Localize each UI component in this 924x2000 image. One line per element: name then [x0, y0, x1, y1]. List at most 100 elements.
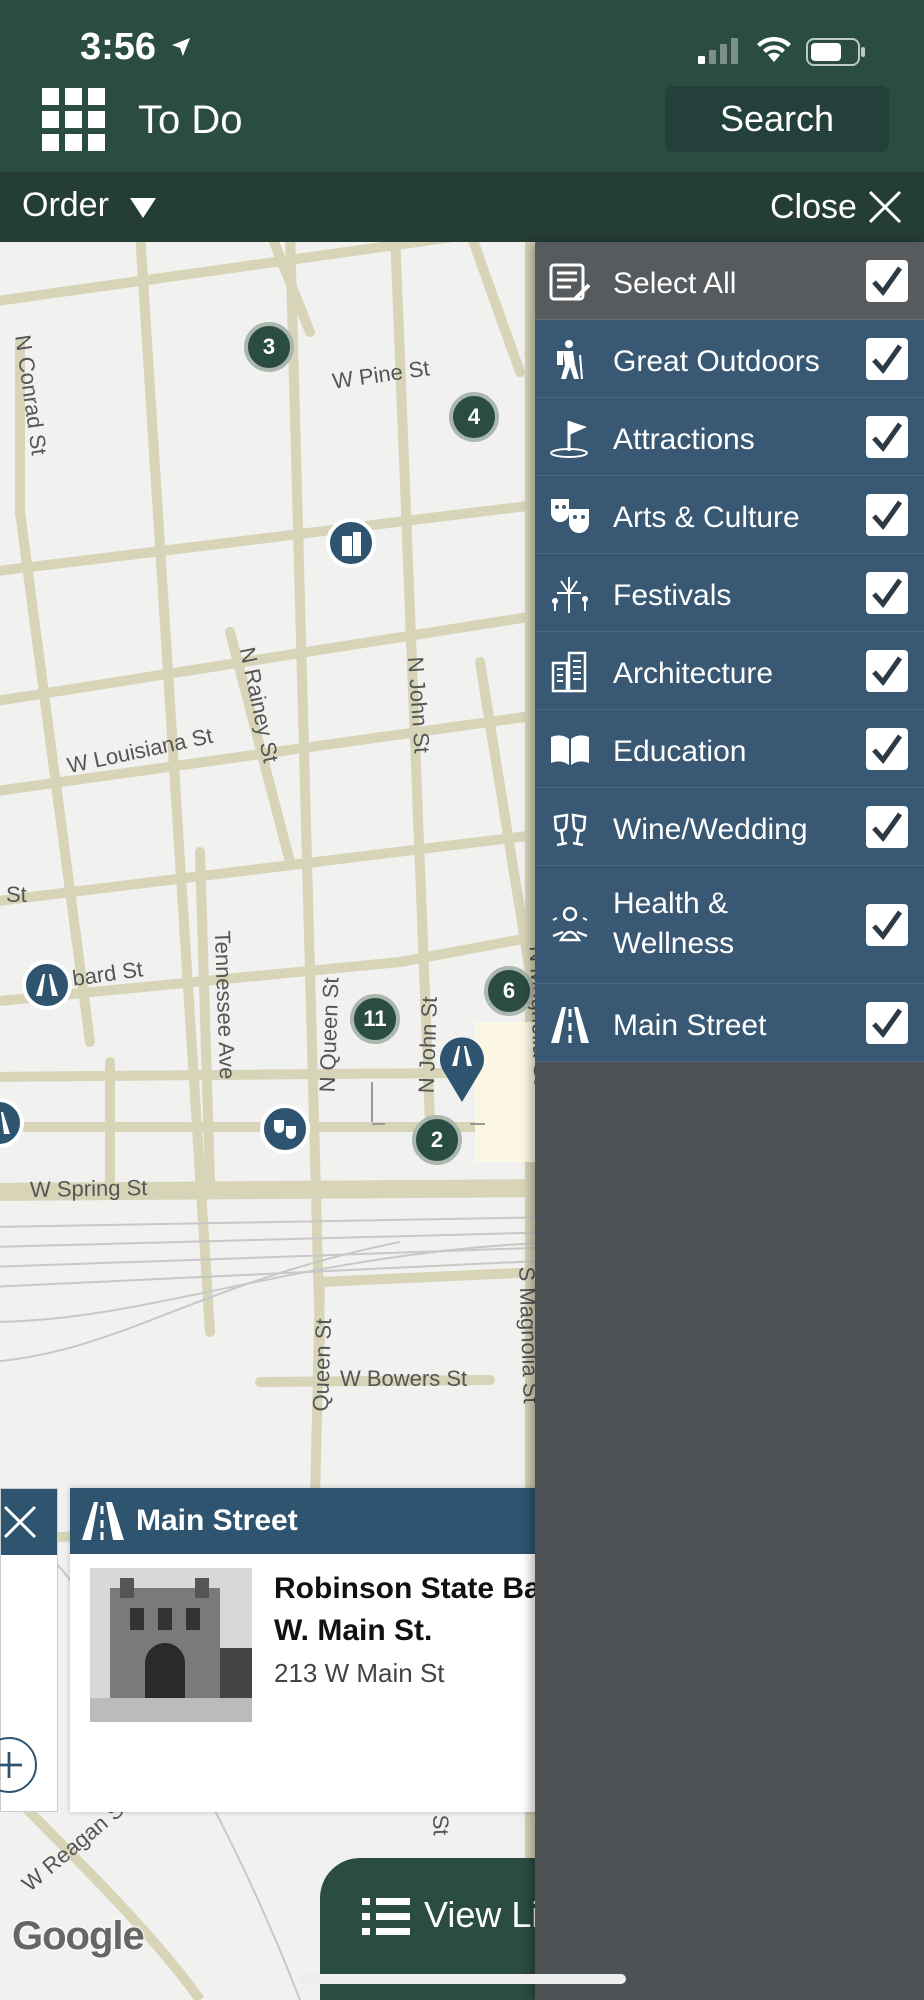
road-icon	[82, 1502, 124, 1540]
filter-label: Education	[613, 735, 747, 768]
filter-health-wellness[interactable]: Health & Wellness	[535, 866, 924, 984]
page-title: To Do	[138, 98, 243, 142]
theater-masks-icon	[551, 499, 589, 533]
close-filter-button[interactable]: Close	[770, 188, 857, 227]
meditation-icon	[552, 906, 588, 942]
filter-wine-wedding[interactable]: Wine/Wedding	[535, 788, 924, 866]
checkmark-icon	[872, 500, 903, 530]
status-time: 3:56	[80, 26, 157, 68]
caret-down-icon[interactable]	[130, 198, 156, 218]
location-card[interactable]: Main Street Robinson State Ba W. Main St…	[70, 1488, 540, 1812]
buildings-icon	[551, 651, 587, 693]
street-label: Queen St	[307, 1318, 337, 1412]
previous-card[interactable]	[0, 1488, 58, 1812]
location-arrow-icon	[171, 37, 191, 57]
order-dropdown[interactable]: Order	[22, 186, 109, 225]
checkmark-icon	[872, 578, 903, 608]
add-icon[interactable]	[0, 1737, 37, 1793]
home-indicator[interactable]	[298, 1974, 626, 1984]
checkmark-icon	[872, 734, 903, 764]
checkmark-icon	[872, 422, 903, 452]
location-address: 213 W Main St	[274, 1658, 445, 1688]
close-icon[interactable]	[3, 1503, 39, 1539]
filter-architecture[interactable]: Architecture	[535, 632, 924, 710]
status-bar: 3:56	[0, 0, 924, 84]
category-filter-panel: Select All Great Outdoors Attractions Ar…	[535, 242, 924, 2000]
health-wellness-checkbox[interactable]	[866, 904, 908, 946]
filter-label: Architecture	[613, 657, 774, 690]
flag-icon	[550, 421, 588, 458]
filter-label: Wine/Wedding	[613, 813, 808, 846]
road-icon	[36, 974, 58, 996]
filter-festivals[interactable]: Festivals	[535, 554, 924, 632]
wine-glasses-icon	[553, 813, 587, 847]
map-poi-main-street[interactable]	[22, 960, 72, 1010]
list-icon	[362, 1898, 410, 1935]
app-grid-icon[interactable]	[42, 88, 106, 152]
attractions-checkbox[interactable]	[866, 416, 908, 458]
filter-select-all[interactable]: Select All	[535, 242, 924, 320]
filter-label: Festivals	[613, 579, 732, 612]
theater-masks-icon	[274, 1120, 296, 1139]
checkmark-icon	[872, 344, 903, 374]
checkmark-icon	[872, 656, 903, 686]
location-photo[interactable]	[90, 1568, 252, 1722]
search-button[interactable]: Search	[665, 86, 889, 152]
map-poi-architecture[interactable]	[326, 518, 376, 568]
street-label: W Spring St	[29, 1174, 148, 1203]
street-label: St	[428, 1814, 454, 1836]
arts-culture-checkbox[interactable]	[866, 494, 908, 536]
map-cluster-marker[interactable]: 3	[244, 322, 294, 372]
filter-label: Great Outdoors	[613, 345, 820, 378]
architecture-checkbox[interactable]	[866, 650, 908, 692]
app-header: To Do Search	[0, 84, 924, 172]
great-outdoors-checkbox[interactable]	[866, 338, 908, 380]
filter-label: Select All	[613, 267, 737, 300]
cellular-signal-icon	[698, 38, 738, 64]
filter-label: Health & Wellness	[613, 887, 735, 960]
checkmark-icon	[872, 910, 903, 940]
street-label: St	[6, 882, 27, 907]
checkmark-icon	[872, 1008, 903, 1038]
filter-main-street[interactable]: Main Street	[535, 984, 924, 1062]
filter-label: Attractions	[613, 423, 755, 456]
filter-label: Main Street	[613, 1009, 767, 1042]
festivals-checkbox[interactable]	[866, 572, 908, 614]
map-cluster-marker[interactable]: 4	[449, 392, 499, 442]
close-icon[interactable]	[868, 190, 902, 224]
fireworks-icon	[552, 577, 588, 613]
previous-card-header	[1, 1489, 57, 1555]
filter-arts-culture[interactable]: Arts & Culture	[535, 476, 924, 554]
street-label: N Queen St	[314, 977, 344, 1093]
selected-location-pin[interactable]	[438, 1032, 486, 1102]
book-icon	[551, 735, 589, 765]
hiker-icon	[557, 340, 583, 380]
checkmark-icon	[872, 266, 903, 296]
filter-great-outdoors[interactable]: Great Outdoors	[535, 320, 924, 398]
filter-attractions[interactable]: Attractions	[535, 398, 924, 476]
view-list-label: View Li	[424, 1894, 540, 1935]
building-photo	[90, 1568, 252, 1722]
map-cluster-marker[interactable]: 2	[412, 1115, 462, 1165]
map-cluster-marker[interactable]: 6	[484, 966, 534, 1016]
wine-wedding-checkbox[interactable]	[866, 806, 908, 848]
map-cluster-marker[interactable]: 11	[350, 994, 400, 1044]
location-name[interactable]: Robinson State Ba W. Main St.	[274, 1568, 540, 1652]
select-all-checkbox[interactable]	[866, 260, 908, 302]
street-label: Tennessee Ave	[209, 930, 241, 1080]
location-category: Main Street	[136, 1504, 298, 1537]
google-attribution: Google	[12, 1914, 145, 1958]
map-poi-arts-culture[interactable]	[260, 1104, 310, 1154]
filter-label: Arts & Culture	[613, 501, 800, 534]
road-icon	[1, 1112, 10, 1134]
wifi-icon	[757, 36, 791, 62]
road-icon	[551, 1007, 589, 1043]
education-checkbox[interactable]	[866, 728, 908, 770]
street-label: W Bowers St	[340, 1366, 468, 1391]
buildings-icon	[342, 532, 361, 556]
checkmark-icon	[872, 812, 903, 842]
toolbar: Order Close	[0, 172, 924, 242]
checklist-icon	[549, 263, 591, 301]
main-street-checkbox[interactable]	[866, 1002, 908, 1044]
filter-education[interactable]: Education	[535, 710, 924, 788]
